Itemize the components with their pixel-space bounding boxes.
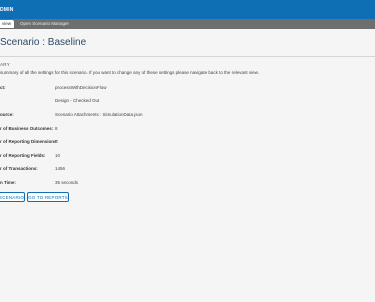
title-divider [0, 56, 375, 57]
summary-value: 10 [55, 153, 61, 158]
summary-value: 8 [55, 126, 58, 131]
summary-value: 1456 [55, 166, 66, 171]
page-title: Scenario : Baseline [0, 37, 87, 48]
tab-bar: view Open Scenario Manager [0, 19, 375, 29]
section-label: ARY [0, 62, 11, 67]
summary-label: n Time: [0, 180, 16, 185]
summary-label: r of Business Outcomes: [0, 126, 54, 131]
app-header: DMIN [0, 0, 375, 19]
app-label: DMIN [0, 7, 14, 13]
summary-value: Scenario Attachments : SimulationData.js… [55, 112, 143, 117]
summary-label: r of Transactions: [0, 166, 38, 171]
tab-view[interactable]: view [0, 20, 14, 28]
summary-value: 7 [55, 139, 58, 144]
scenario-button[interactable]: SCENARIO [0, 192, 25, 202]
summary-label: r of Reporting Fields: [0, 153, 46, 158]
summary-value: 35 seconds [55, 180, 79, 185]
summary-label: ource: [0, 112, 14, 117]
intro-text: summary of all the settings for this sce… [0, 70, 259, 75]
summary-label: r of Reporting Dimensions: [0, 139, 59, 144]
summary-value: processWithDecisionFlow [55, 85, 107, 90]
go-to-reports-button[interactable]: GO TO REPORTS [27, 192, 69, 202]
summary-label: ct: [0, 85, 6, 90]
tab-open-scenario-manager[interactable]: Open Scenario Manager [16, 20, 73, 28]
summary-value: Design - Checked Out [55, 98, 100, 103]
